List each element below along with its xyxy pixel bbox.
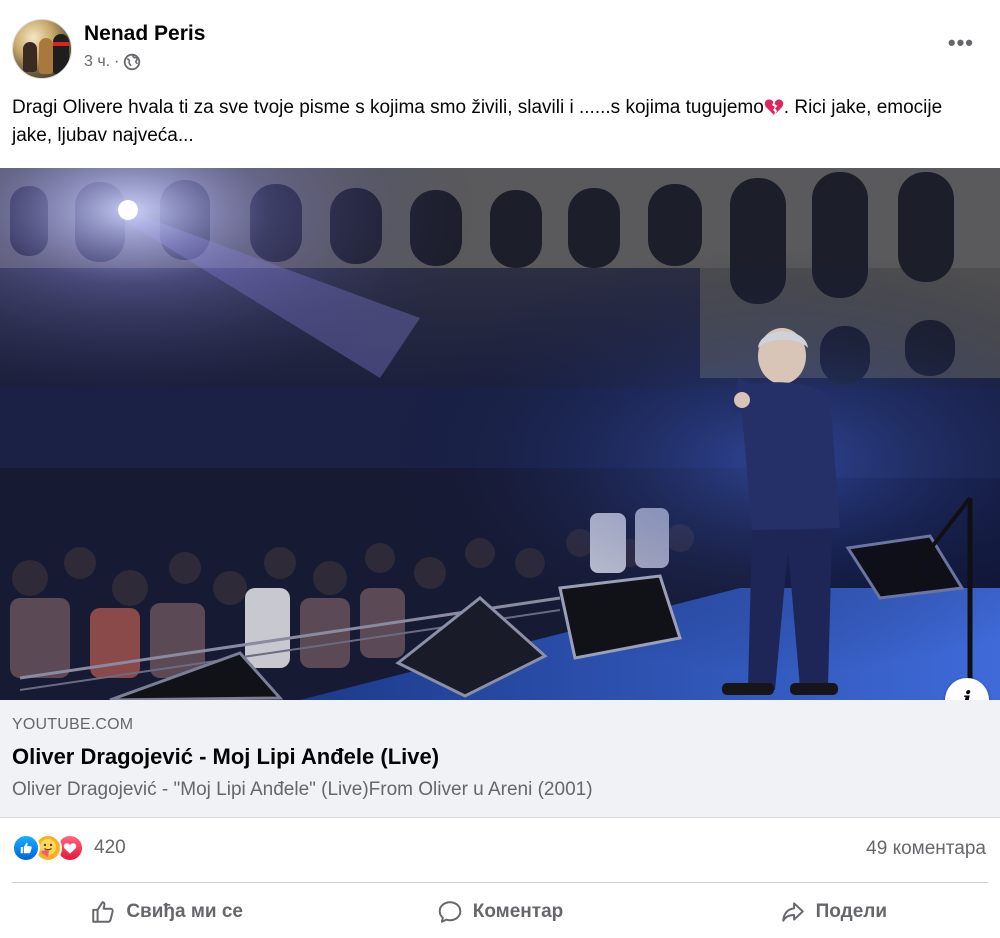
- post-header: Nenad Peris 3 ч. · •••: [0, 0, 1000, 90]
- like-icon: [12, 834, 40, 862]
- facebook-post: Nenad Peris 3 ч. · ••• Dragi Olivere hva…: [0, 0, 1000, 938]
- post-text-main: Dragi Olivere hvala ti za sve tvoje pism…: [12, 97, 764, 118]
- thumbs-up-icon: [92, 901, 114, 923]
- author-name[interactable]: Nenad Peris: [84, 22, 205, 46]
- like-label: Свиђа ми се: [126, 901, 243, 922]
- post-time[interactable]: 3 ч.: [84, 53, 110, 71]
- more-options-button[interactable]: •••: [948, 30, 974, 56]
- reaction-count[interactable]: 420: [94, 837, 126, 859]
- link-domain: YOUTUBE.COM: [12, 716, 134, 733]
- author-avatar[interactable]: [12, 19, 72, 79]
- globe-icon[interactable]: [123, 53, 141, 71]
- post-meta: 3 ч. ·: [84, 53, 141, 71]
- comment-label: Коментар: [472, 901, 564, 922]
- like-button[interactable]: Свиђа ми се: [0, 886, 333, 938]
- share-button[interactable]: Подели: [667, 886, 1000, 938]
- link-description: Oliver Dragojević - "Moj Lipi Anđele" (L…: [12, 779, 593, 800]
- comment-button[interactable]: Коментар: [333, 886, 666, 938]
- share-icon: [781, 902, 804, 922]
- concert-image: [0, 168, 1000, 700]
- meta-separator: ·: [114, 53, 120, 70]
- actions-divider: [12, 882, 988, 883]
- post-text: Dragi Olivere hvala ti za sve tvoje pism…: [12, 94, 982, 150]
- broken-heart-icon: [764, 99, 784, 115]
- action-bar: Свиђа ми се Коментар Подели: [0, 886, 1000, 938]
- share-label: Подели: [815, 901, 888, 922]
- reactions-summary[interactable]: 420: [12, 834, 126, 862]
- link-title[interactable]: Oliver Dragojević - Moj Lipi Anđele (Liv…: [12, 744, 439, 770]
- video-thumbnail[interactable]: [0, 168, 1000, 700]
- comment-icon: [438, 901, 461, 923]
- comments-count[interactable]: 49 коментара: [866, 838, 986, 860]
